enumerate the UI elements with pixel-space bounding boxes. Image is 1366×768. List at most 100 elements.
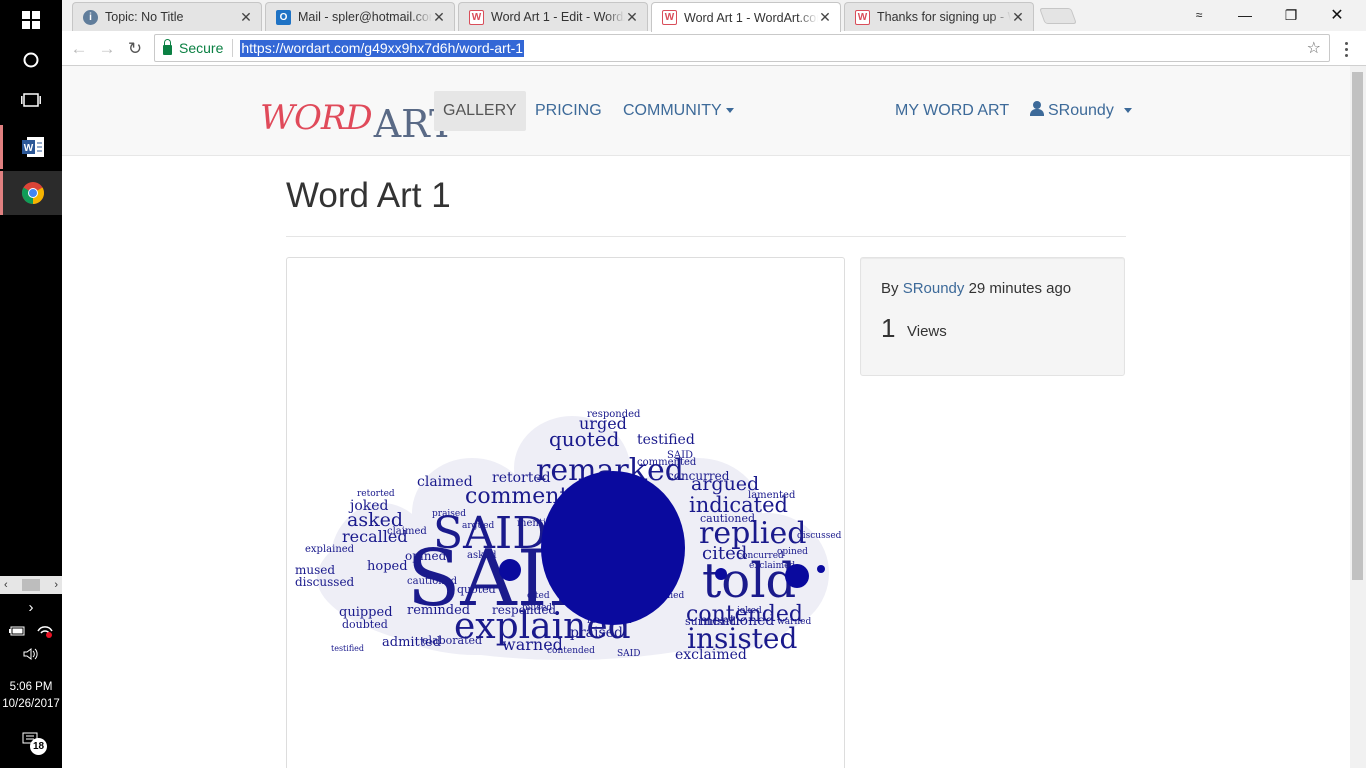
security-indicator[interactable]: Secure bbox=[163, 38, 224, 56]
word-cloud-word: warned bbox=[777, 617, 811, 627]
word-cloud-word: claimed bbox=[387, 526, 427, 537]
nav-community-label: COMMUNITY bbox=[623, 102, 722, 119]
tab-title: Mail - spler@hotmail.com bbox=[298, 10, 432, 24]
word-cloud-word: concurred bbox=[667, 469, 730, 483]
scroll-thumb[interactable] bbox=[22, 579, 40, 591]
nav-pricing[interactable]: PRICING bbox=[526, 91, 611, 131]
task-view-button[interactable] bbox=[0, 80, 62, 120]
forward-button[interactable]: → bbox=[96, 38, 118, 60]
reload-button[interactable]: ↻ bbox=[124, 38, 146, 60]
word-cloud-word: testified bbox=[331, 644, 364, 653]
browser-tab-3[interactable]: W Word Art 1 - Edit - WordArt.com ✕ bbox=[458, 2, 648, 31]
windows-taskbar: W ‹ › › 5:06 PM 10/26/2017 18 bbox=[0, 0, 62, 768]
restore-button[interactable]: ❐ bbox=[1268, 0, 1314, 30]
scroll-left-icon[interactable]: ‹ bbox=[4, 579, 8, 591]
start-button[interactable] bbox=[0, 0, 62, 40]
tab-title: Word Art 1 - Edit - WordArt.com bbox=[491, 10, 625, 24]
bookmark-star-icon[interactable]: ☆ bbox=[1307, 38, 1321, 58]
word-cloud-word: hoped bbox=[367, 559, 408, 574]
nav-user-menu[interactable]: SRoundy bbox=[1021, 91, 1141, 131]
cortana-circle-icon bbox=[23, 52, 39, 68]
back-arrow-icon: ← bbox=[70, 39, 88, 58]
user-icon bbox=[1030, 101, 1044, 116]
close-icon[interactable]: ✕ bbox=[1011, 9, 1025, 26]
close-icon[interactable]: ✕ bbox=[818, 9, 832, 26]
volume-button[interactable] bbox=[0, 645, 62, 663]
url-text[interactable]: https://wordart.com/g49xx9hx7d6h/word-ar… bbox=[240, 39, 525, 57]
word-cloud-word: discussed bbox=[797, 531, 842, 541]
close-window-button[interactable]: ✕ bbox=[1314, 0, 1360, 30]
word-cloud-word: responded bbox=[587, 409, 641, 420]
wordart-icon: W bbox=[469, 9, 484, 25]
wordart-icon: W bbox=[855, 9, 870, 25]
nav-gallery[interactable]: GALLERY bbox=[434, 91, 526, 131]
lock-icon bbox=[163, 38, 172, 55]
word-cloud-word: doubted bbox=[342, 618, 388, 631]
word-cloud-word: surmised bbox=[685, 615, 736, 628]
chrome-app-icon bbox=[21, 182, 44, 204]
profile-button[interactable]: ≈ bbox=[1176, 0, 1222, 30]
secure-label: Secure bbox=[179, 40, 224, 56]
close-icon[interactable]: ✕ bbox=[432, 9, 446, 26]
views-label: Views bbox=[907, 323, 947, 340]
close-icon[interactable]: ✕ bbox=[239, 9, 253, 26]
taskbar-clock[interactable]: 5:06 PM 10/26/2017 bbox=[0, 679, 62, 713]
scroll-right-icon[interactable]: › bbox=[54, 579, 58, 591]
nav-my-word-art[interactable]: MY WORD ART bbox=[886, 91, 1018, 131]
word-cloud-word: opined bbox=[777, 547, 808, 557]
browser-tab-1[interactable]: i Topic: No Title ✕ bbox=[72, 2, 262, 31]
address-bar[interactable]: Secure https://wordart.com/g49xx9hx7d6h/… bbox=[154, 34, 1330, 62]
taskbar-word-app[interactable]: W bbox=[0, 125, 62, 169]
network-error-icon[interactable] bbox=[37, 624, 53, 638]
clock-time: 5:06 PM bbox=[9, 681, 53, 693]
word-cloud-dot bbox=[785, 564, 809, 588]
browser-menu-button[interactable] bbox=[1336, 38, 1356, 60]
windows-logo-icon bbox=[22, 11, 40, 29]
page-scrollbar[interactable] bbox=[1350, 66, 1366, 768]
browser-tab-2[interactable]: O Mail - spler@hotmail.com ✕ bbox=[265, 2, 455, 31]
taskbar-scroll-control[interactable]: ‹ › bbox=[0, 576, 62, 594]
chevron-right-icon: › bbox=[28, 598, 34, 616]
word-cloud-word: lamented bbox=[748, 490, 796, 501]
word-cloud-word: praised bbox=[570, 625, 623, 641]
caret-down-icon bbox=[1123, 108, 1132, 114]
cortana-button[interactable] bbox=[0, 40, 62, 80]
close-icon: ✕ bbox=[1330, 7, 1344, 24]
word-cloud-word: quoted bbox=[457, 583, 496, 596]
word-cloud-word: praised bbox=[432, 509, 466, 519]
tray-status-icons bbox=[0, 622, 62, 640]
taskbar-chrome-app[interactable] bbox=[0, 171, 62, 215]
show-hidden-icons-button[interactable]: › bbox=[0, 598, 62, 616]
tab-title: Topic: No Title bbox=[105, 10, 184, 24]
nav-community[interactable]: COMMUNITY bbox=[614, 91, 743, 131]
svg-text:W: W bbox=[23, 143, 33, 154]
word-cloud-word: mused bbox=[522, 603, 552, 613]
word-art-panel: SAIDSAIDtoldexplainedremarkedrepliedinsi… bbox=[286, 257, 845, 768]
word-cloud-canvas: SAIDSAIDtoldexplainedremarkedrepliedinsi… bbox=[295, 409, 842, 663]
back-button[interactable]: ← bbox=[68, 38, 90, 60]
time-ago: 29 minutes ago bbox=[968, 280, 1072, 297]
web-page: WORD ART GALLERY PRICING COMMUNITY MY WO… bbox=[62, 66, 1350, 768]
close-icon[interactable]: ✕ bbox=[625, 9, 639, 26]
word-cloud-dot bbox=[499, 559, 521, 581]
word-cloud-word: discussed bbox=[295, 575, 355, 589]
scrollbar-thumb[interactable] bbox=[1352, 72, 1363, 580]
browser-tab-5[interactable]: W Thanks for signing up - WordArt.com ✕ bbox=[844, 2, 1034, 31]
minimize-button[interactable]: — bbox=[1222, 0, 1268, 30]
logo-word: WORD bbox=[260, 98, 373, 138]
word-cloud-word: opined bbox=[405, 549, 447, 563]
browser-toolbar: ← → ↻ Secure https://wordart.com/g49xx9h… bbox=[62, 31, 1366, 66]
author-link[interactable]: SRoundy bbox=[903, 280, 965, 297]
wordart-logo[interactable]: WORD ART bbox=[260, 86, 454, 146]
word-cloud-dot bbox=[715, 568, 727, 580]
browser-tab-4-active[interactable]: W Word Art 1 - WordArt.com ✕ bbox=[651, 2, 841, 32]
restore-icon: ❐ bbox=[1284, 6, 1298, 23]
word-cloud-word: SAID bbox=[617, 649, 640, 659]
battery-icon[interactable] bbox=[9, 626, 25, 636]
browser-tab-strip: i Topic: No Title ✕ O Mail - spler@hotma… bbox=[62, 0, 1366, 32]
nav-user-label: SRoundy bbox=[1048, 102, 1114, 119]
wordart-icon: W bbox=[662, 10, 677, 25]
tab-title: Thanks for signing up - WordArt.com bbox=[877, 10, 1011, 24]
new-tab-button[interactable] bbox=[1039, 8, 1077, 24]
word-app-icon: W bbox=[21, 137, 44, 157]
